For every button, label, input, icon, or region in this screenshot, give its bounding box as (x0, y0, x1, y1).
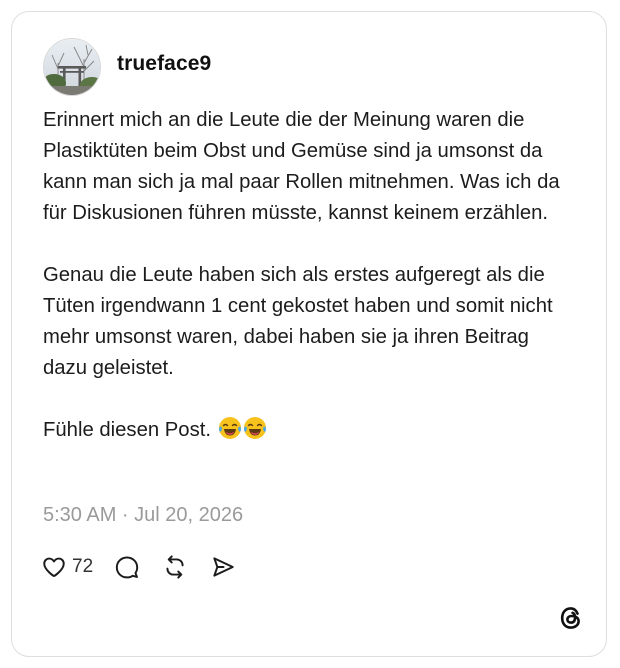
share-button[interactable] (210, 554, 236, 580)
threads-logo-icon (560, 607, 580, 629)
tears-of-joy-emoji-icon (218, 417, 241, 439)
post-body: Erinnert mich an die Leute die der Meinu… (43, 105, 573, 446)
post-paragraph: Erinnert mich an die Leute die der Meinu… (43, 109, 560, 224)
post-card: trueface9 Erinnert mich an die Leute die… (11, 11, 607, 657)
tears-of-joy-emoji-icon (243, 417, 266, 439)
repost-button[interactable] (162, 554, 188, 580)
comment-button[interactable] (114, 554, 140, 580)
like-count: 72 (72, 556, 94, 577)
share-icon (213, 557, 234, 577)
action-bar: 72 (41, 553, 236, 581)
post-closing-line: Fühle diesen Post. (43, 415, 573, 446)
post-timestamp[interactable]: 5:30 AM · Jul 20, 2026 (43, 504, 243, 527)
post-paragraph: Genau die Leute haben sich als erstes au… (43, 264, 553, 379)
username[interactable]: trueface9 (117, 52, 211, 76)
repost-icon (166, 555, 184, 579)
like-button[interactable]: 72 (41, 554, 93, 580)
comment-icon (115, 556, 139, 579)
avatar[interactable] (43, 38, 101, 96)
closing-text: Fühle diesen Post. (43, 419, 211, 441)
heart-icon (43, 557, 65, 577)
